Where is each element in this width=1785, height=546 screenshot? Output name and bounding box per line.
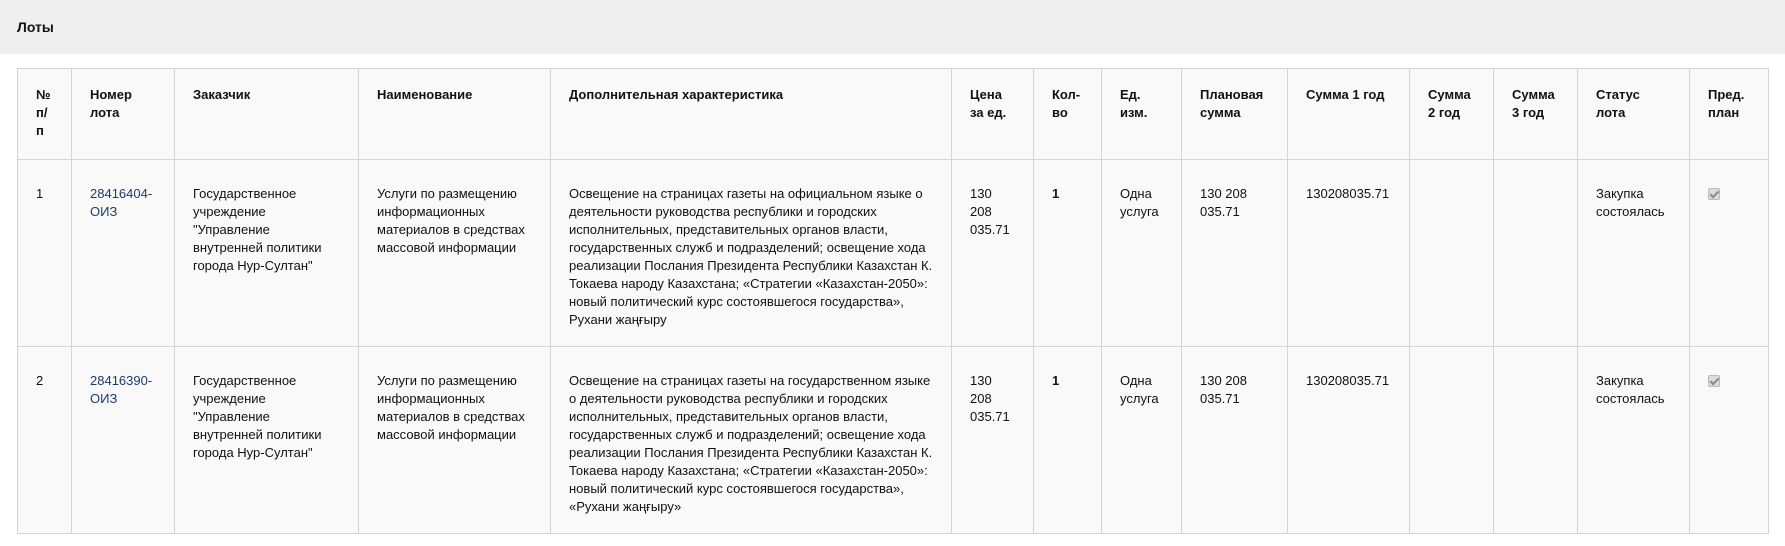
cell-qty: 1 [1033,346,1102,534]
cell-customer: Государственное учреждение "Управление в… [174,159,359,347]
cell-num: 2 [17,346,72,534]
col-header-name: Наименование [358,68,551,160]
table-row: 1 28416404-ОИЗ Государственное учреждени… [17,159,1769,347]
cell-sum-year1: 130208035.71 [1287,159,1410,347]
cell-lot-number: 28416404-ОИЗ [71,159,175,347]
col-header-qty: Кол-во [1033,68,1102,160]
cell-extra: Освещение на страницах газеты на государ… [550,346,952,534]
lots-table-wrap: № п/п Номер лота Заказчик Наименование Д… [17,68,1769,534]
cell-num: 1 [17,159,72,347]
col-header-unit: Ед. изм. [1101,68,1182,160]
cell-extra: Освещение на страницах газеты на официал… [550,159,952,347]
cell-planned-sum: 130 208 035.71 [1181,159,1288,347]
cell-sum-year2 [1409,346,1494,534]
cell-qty: 1 [1033,159,1102,347]
cell-preplan [1689,159,1769,347]
col-header-num: № п/п [17,68,72,160]
cell-customer: Государственное учреждение "Управление в… [174,346,359,534]
cell-lot-number: 28416390-ОИЗ [71,346,175,534]
panel-header: Лоты [0,0,1785,54]
cell-unit: Одна услуга [1101,159,1182,347]
preplan-checkbox[interactable] [1708,375,1720,387]
cell-unit: Одна услуга [1101,346,1182,534]
cell-status: Закупка состоялась [1577,159,1690,347]
col-header-price: Цена за ед. [951,68,1034,160]
cell-sum-year3 [1493,346,1578,534]
cell-name: Услуги по размещению информационных мате… [358,346,551,534]
cell-sum-year3 [1493,159,1578,347]
cell-price: 130 208 035.71 [951,159,1034,347]
lot-number-link[interactable]: 28416404-ОИЗ [90,186,152,219]
col-header-preplan: Пред. план [1689,68,1769,160]
col-header-status: Статус лота [1577,68,1690,160]
cell-planned-sum: 130 208 035.71 [1181,346,1288,534]
cell-preplan [1689,346,1769,534]
cell-price: 130 208 035.71 [951,346,1034,534]
lots-table: № п/п Номер лота Заказчик Наименование Д… [17,68,1769,534]
table-row: 2 28416390-ОИЗ Государственное учреждени… [17,346,1769,534]
cell-name: Услуги по размещению информационных мате… [358,159,551,347]
col-header-sum-year3: Сумма 3 год [1493,68,1578,160]
panel-title: Лоты [17,19,54,35]
col-header-sum-year1: Сумма 1 год [1287,68,1410,160]
cell-sum-year2 [1409,159,1494,347]
col-header-sum-year2: Сумма 2 год [1409,68,1494,160]
col-header-planned-sum: Плановая сумма [1181,68,1288,160]
cell-status: Закупка состоялась [1577,346,1690,534]
header-row: № п/п Номер лота Заказчик Наименование Д… [17,68,1769,160]
lot-number-link[interactable]: 28416390-ОИЗ [90,373,152,406]
col-header-extra: Дополнительная характеристика [550,68,952,160]
cell-sum-year1: 130208035.71 [1287,346,1410,534]
preplan-checkbox[interactable] [1708,188,1720,200]
col-header-customer: Заказчик [174,68,359,160]
col-header-lot-number: Номер лота [71,68,175,160]
